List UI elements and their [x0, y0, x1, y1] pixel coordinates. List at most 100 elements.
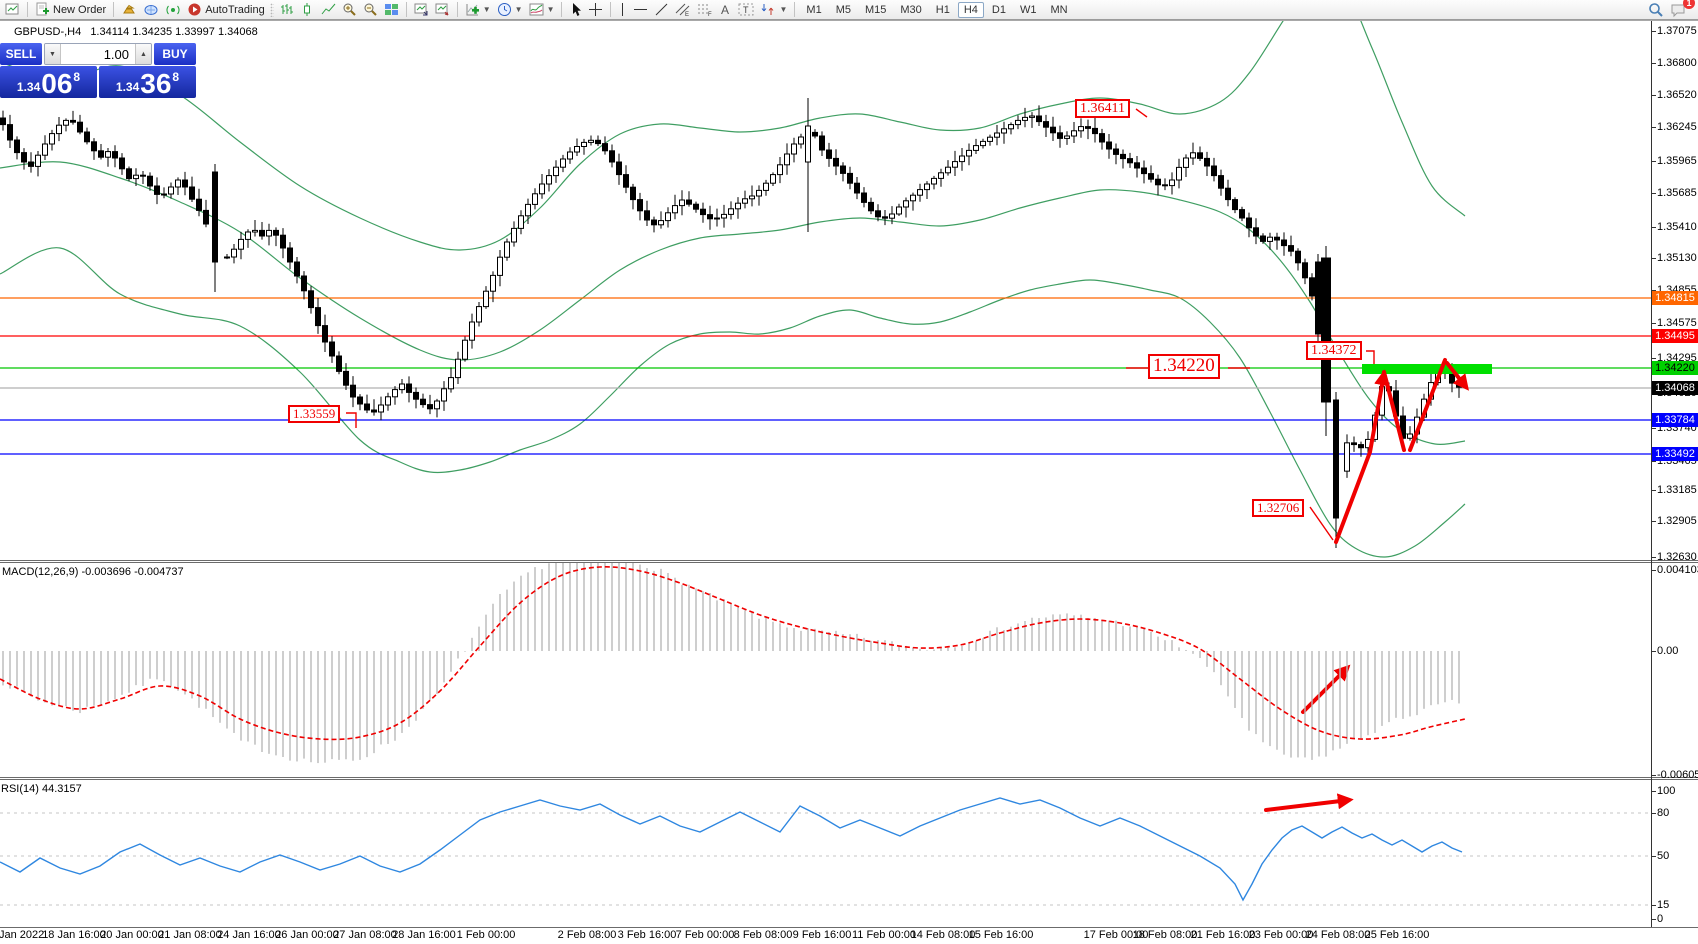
- chevron-down-icon: ▼: [779, 6, 787, 14]
- rsi-scale-tick: 100: [1657, 785, 1698, 798]
- price-level-tag: 1.33492: [1652, 447, 1698, 461]
- drag-handle[interactable]: [270, 3, 274, 17]
- toolbar: New Order AutoTrading: [0, 0, 1698, 20]
- separator: [610, 2, 611, 17]
- time-axis-label: 25 Feb 16:00: [1355, 929, 1439, 941]
- zoom-out-icon[interactable]: [360, 1, 381, 19]
- macd-scale-tick: -0.006056: [1657, 769, 1698, 782]
- separator: [457, 2, 458, 17]
- timeframe-m1[interactable]: M1: [800, 2, 827, 18]
- timeframe-m30[interactable]: M30: [894, 2, 927, 18]
- buy-price-prefix: 1.34: [116, 80, 139, 94]
- svg-text:F: F: [708, 12, 712, 17]
- ohlc-values: 1.34114 1.34235 1.33997 1.34068: [90, 26, 257, 38]
- new-order-button[interactable]: New Order: [32, 1, 109, 19]
- timeframe-h4[interactable]: H4: [958, 2, 984, 18]
- cursor-icon[interactable]: [566, 1, 585, 19]
- svg-text:A: A: [721, 3, 729, 17]
- search-icon[interactable]: [1645, 1, 1667, 19]
- sell-price-prefix: 1.34: [17, 80, 40, 94]
- timeframe-m15[interactable]: M15: [859, 2, 892, 18]
- price-level-tag: 1.34220: [1652, 361, 1698, 375]
- price-scale-tick: 1.35130: [1657, 252, 1698, 265]
- buy-price-pip: 8: [172, 70, 179, 84]
- timeframe-m5[interactable]: M5: [830, 2, 857, 18]
- time-axis-label: 15 Feb 16:00: [959, 929, 1043, 941]
- arrange-charts-icon[interactable]: [411, 1, 432, 19]
- autotrading-label: AutoTrading: [205, 4, 265, 16]
- macd-scale-tick: 0.004103: [1657, 564, 1698, 577]
- chevron-down-icon: ▼: [483, 6, 491, 14]
- volume-value[interactable]: 1.00: [61, 44, 135, 64]
- tile-windows-icon[interactable]: [381, 1, 402, 19]
- vertical-line-icon[interactable]: [615, 1, 630, 19]
- macd-indicator-label: MACD(12,26,9) -0.003696 -0.004737: [2, 566, 184, 578]
- terminal-icon[interactable]: [140, 1, 162, 19]
- volume-increase-button[interactable]: ▲: [135, 44, 151, 64]
- price-annotation[interactable]: 1.32706: [1252, 499, 1304, 517]
- price-scale-tick: 1.35965: [1657, 155, 1698, 168]
- text-label-icon[interactable]: T: [735, 1, 757, 19]
- chevron-down-icon: ▼: [547, 6, 555, 14]
- crosshair-icon[interactable]: [585, 1, 606, 19]
- price-scale-tick: 1.36800: [1657, 57, 1698, 70]
- timeframe-d1[interactable]: D1: [986, 2, 1012, 18]
- price-scale-tick: 1.36245: [1657, 121, 1698, 134]
- price-scale-tick: 1.35685: [1657, 187, 1698, 200]
- new-order-label: New Order: [53, 4, 106, 16]
- template-button[interactable]: ▼: [526, 1, 558, 19]
- price-annotation[interactable]: 1.36411: [1075, 99, 1130, 118]
- separator: [406, 2, 407, 17]
- volume-stepper: ▼ 1.00 ▲: [44, 43, 152, 65]
- timeframe-h1[interactable]: H1: [930, 2, 956, 18]
- separator: [561, 2, 562, 17]
- bar-chart-icon[interactable]: [276, 1, 297, 19]
- volume-decrease-button[interactable]: ▼: [45, 44, 61, 64]
- chat-icon[interactable]: 1: [1667, 1, 1690, 19]
- horizontal-line-icon[interactable]: [630, 1, 651, 19]
- rsi-scale-tick: 80: [1657, 807, 1698, 820]
- price-scale-tick: 1.33185: [1657, 484, 1698, 497]
- time-axis-label: 1 Feb 00:00: [444, 929, 528, 941]
- text-icon[interactable]: A: [716, 1, 735, 19]
- mt4-window: New Order AutoTrading: [0, 0, 1698, 944]
- zoom-in-icon[interactable]: [339, 1, 360, 19]
- chevron-down-icon: ▼: [515, 6, 523, 14]
- trendline-icon[interactable]: [651, 1, 672, 19]
- timeframe-bar: M1M5M15M30H1H4D1W1MN: [799, 2, 1074, 18]
- price-scale-tick: 1.32630: [1657, 551, 1698, 564]
- period-button[interactable]: ▼: [494, 1, 526, 19]
- price-level-tag: 1.34815: [1652, 291, 1698, 305]
- gold-icon[interactable]: [118, 1, 140, 19]
- equidistant-channel-icon[interactable]: E: [672, 1, 694, 19]
- add-indicator-button[interactable]: ▼: [462, 1, 494, 19]
- price-scale-tick: 1.37075: [1657, 25, 1698, 38]
- rsi-scale-tick: 15: [1657, 899, 1698, 912]
- timeframe-w1[interactable]: W1: [1014, 2, 1043, 18]
- buy-button[interactable]: BUY: [154, 43, 196, 65]
- svg-text:E: E: [685, 12, 689, 17]
- rsi-scale-tick: 0: [1657, 913, 1698, 926]
- line-chart-icon[interactable]: [318, 1, 339, 19]
- price-annotation[interactable]: 1.34220: [1148, 354, 1220, 379]
- rsi-indicator-label: RSI(14) 44.3157: [1, 783, 82, 795]
- autotrading-button[interactable]: AutoTrading: [184, 1, 268, 19]
- buy-price-button[interactable]: 1.34 36 8: [99, 66, 196, 98]
- sell-price-button[interactable]: 1.34 06 8: [0, 66, 97, 98]
- sell-button[interactable]: SELL: [0, 43, 42, 65]
- price-scale-tick: 1.35410: [1657, 221, 1698, 234]
- symbol-period-label: GBPUSD-,H4: [14, 26, 81, 38]
- price-scale-tick: 1.32905: [1657, 515, 1698, 528]
- separator: [794, 2, 795, 17]
- fibonacci-icon[interactable]: F: [694, 1, 716, 19]
- chart-new-icon[interactable]: [2, 1, 23, 19]
- arrange-cascade-icon[interactable]: [432, 1, 453, 19]
- arrow-shapes-button[interactable]: ▼: [757, 1, 790, 19]
- timeframe-mn[interactable]: MN: [1044, 2, 1073, 18]
- candle-chart-icon[interactable]: [297, 1, 318, 19]
- signal-icon[interactable]: [162, 1, 184, 19]
- price-annotation[interactable]: 1.33559: [288, 405, 340, 423]
- chart-area[interactable]: GBPUSD-,H4 1.34114 1.34235 1.33997 1.340…: [0, 0, 1698, 944]
- price-annotation[interactable]: 1.34372: [1306, 341, 1362, 360]
- price-level-tag: 1.33784: [1652, 413, 1698, 427]
